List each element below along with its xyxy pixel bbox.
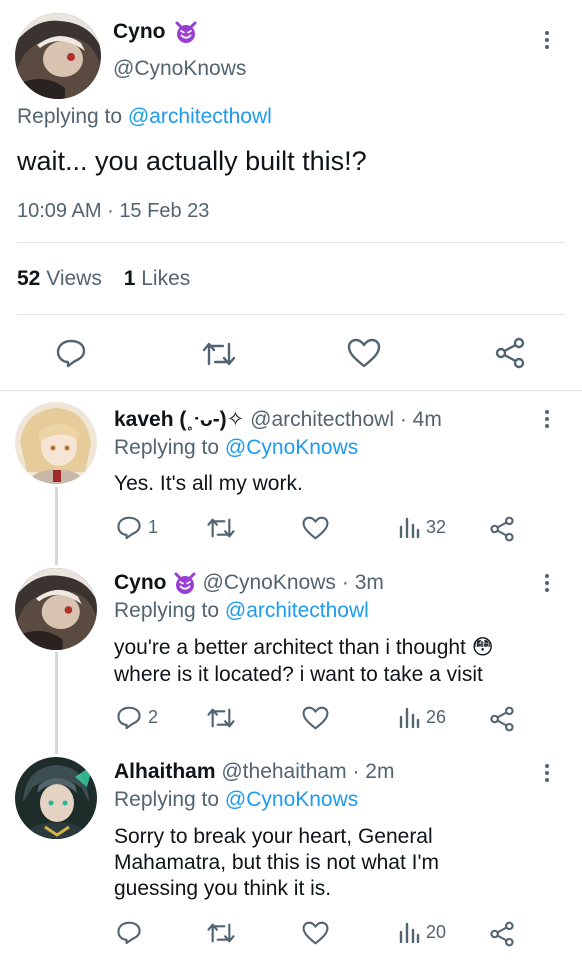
- share-button[interactable]: [489, 516, 515, 542]
- reply-count: 2: [148, 707, 159, 727]
- replying-to-label: Replying to: [114, 788, 220, 811]
- like-button[interactable]: [302, 516, 329, 540]
- retweet-icon: [207, 923, 235, 943]
- views-button[interactable]: 32: [398, 516, 446, 538]
- tweet-text: wait... you actually built this!?: [17, 146, 367, 176]
- author-name[interactable]: Alhaitham: [114, 760, 216, 783]
- retweet-icon: [207, 708, 235, 728]
- retweet-icon: [202, 342, 236, 366]
- like-button[interactable]: [302, 921, 329, 945]
- views-count: 52: [17, 267, 41, 290]
- retweet-button[interactable]: [206, 921, 236, 945]
- author-handle[interactable]: @thehaitham: [221, 760, 346, 783]
- reply-button[interactable]: [55, 338, 87, 368]
- retweet-button[interactable]: [206, 706, 236, 730]
- more-options-icon[interactable]: [537, 569, 557, 597]
- tweet-time: 10:09 AM: [17, 200, 102, 222]
- reply-button[interactable]: [116, 920, 142, 945]
- reply-count: 1: [148, 517, 159, 537]
- likes-stat[interactable]: 1 Likes: [124, 267, 191, 290]
- divider: [0, 390, 582, 391]
- likes-count: 1: [123, 267, 136, 290]
- devil-emoji-icon: [173, 571, 197, 595]
- reply-icon: [56, 339, 86, 368]
- share-icon: [490, 921, 514, 947]
- replying-to-handle[interactable]: @architecthowl: [128, 105, 272, 128]
- reply-text-line: where is it located? i want to take a vi…: [114, 663, 483, 686]
- bar-chart-icon: [399, 517, 420, 538]
- bar-chart-icon: [399, 707, 420, 728]
- views-stat[interactable]: 52 Views: [17, 267, 108, 290]
- reply-time: · 2m: [352, 760, 395, 783]
- reply-text-line: Mahamatra, but this is not what I'm: [114, 851, 439, 874]
- heart-icon: [347, 338, 381, 368]
- views-label: Views: [46, 267, 102, 290]
- reply-text: Sorry to break your heart, General Maham…: [114, 824, 439, 902]
- share-icon: [495, 337, 525, 369]
- avatar-cyno[interactable]: [15, 568, 97, 650]
- heart-icon: [302, 516, 329, 540]
- author-handle[interactable]: @architecthowl: [250, 408, 394, 431]
- reply-text-line: you're a better architect than i thought…: [114, 636, 494, 659]
- replying-to-label: Replying to: [114, 436, 220, 459]
- reply-icon: [117, 516, 141, 540]
- views-button[interactable]: 26: [398, 706, 446, 728]
- reply-time: · 4m: [399, 408, 442, 431]
- divider: [17, 314, 565, 315]
- more-options-icon[interactable]: [537, 405, 557, 433]
- reply-button[interactable]: 1: [116, 515, 158, 540]
- devil-emoji-icon: [174, 20, 198, 44]
- replying-to-label: Replying to: [17, 105, 123, 128]
- like-button[interactable]: [302, 706, 329, 730]
- author-name[interactable]: Cyno: [114, 571, 167, 595]
- divider: [17, 242, 565, 243]
- avatar-kaveh[interactable]: [15, 402, 97, 484]
- more-options-icon[interactable]: [537, 26, 557, 54]
- thread-line: [55, 487, 58, 565]
- retweet-icon: [207, 518, 235, 538]
- reply-text: you're a better architect than i thought…: [114, 634, 494, 688]
- replying-to-handle[interactable]: @CynoKnows: [225, 436, 358, 459]
- tweet-date: 15 Feb 23: [119, 200, 210, 222]
- reply-text-line: guessing you think it is.: [114, 877, 332, 900]
- replying-to-label: Replying to: [114, 599, 220, 622]
- share-button[interactable]: [489, 921, 515, 947]
- author-handle[interactable]: @CynoKnows: [113, 57, 246, 81]
- author-handle[interactable]: @CynoKnows: [203, 571, 336, 595]
- reply-icon: [117, 921, 141, 945]
- avatar-alhaitham[interactable]: [15, 757, 97, 839]
- share-button[interactable]: [489, 706, 515, 732]
- view-count: 20: [426, 921, 447, 942]
- share-icon: [490, 706, 514, 732]
- more-options-icon[interactable]: [537, 759, 557, 787]
- reply-text: Yes. It's all my work.: [114, 472, 303, 495]
- view-count: 26: [426, 706, 447, 727]
- retweet-button[interactable]: [201, 340, 237, 368]
- avatar-cyno[interactable]: [15, 13, 101, 99]
- separator-dot: ·: [107, 200, 114, 222]
- author-name[interactable]: Cyno: [113, 20, 166, 44]
- replying-to-handle[interactable]: @architecthowl: [225, 599, 369, 622]
- view-count: 32: [426, 516, 447, 537]
- retweet-button[interactable]: [206, 516, 236, 540]
- reply-time: · 3m: [341, 571, 384, 594]
- share-button[interactable]: [494, 337, 526, 369]
- share-icon: [490, 516, 514, 542]
- heart-icon: [302, 706, 329, 730]
- author-name[interactable]: kaveh (˳ᐧᴗ-)✧: [114, 408, 244, 431]
- likes-label: Likes: [141, 267, 191, 290]
- thread-line: [55, 652, 58, 754]
- like-button[interactable]: [347, 338, 381, 368]
- reply-icon: [117, 706, 141, 730]
- reply-text-line: Sorry to break your heart, General: [114, 825, 433, 848]
- bar-chart-icon: [399, 922, 420, 943]
- replying-to-handle[interactable]: @CynoKnows: [225, 788, 358, 811]
- heart-icon: [302, 921, 329, 945]
- reply-button[interactable]: 2: [116, 705, 158, 730]
- views-button[interactable]: 20: [398, 921, 446, 943]
